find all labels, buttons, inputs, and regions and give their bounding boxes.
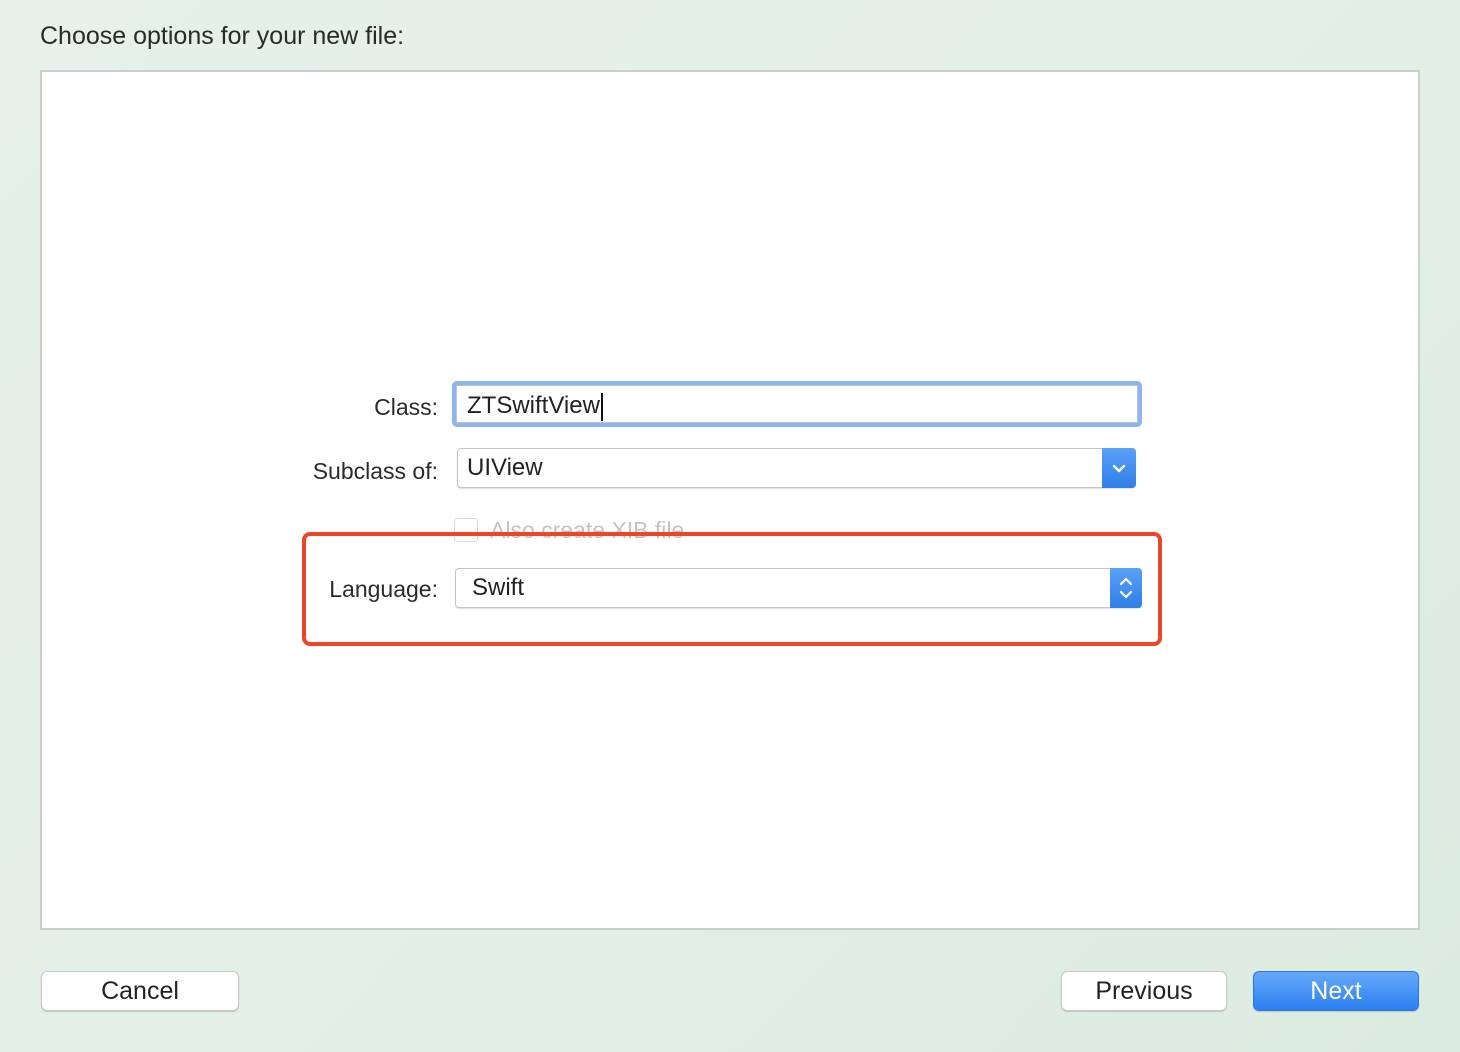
subclass-value: UIView bbox=[467, 454, 543, 481]
previous-button[interactable]: Previous bbox=[1061, 971, 1227, 1011]
class-label: Class: bbox=[374, 394, 438, 420]
dialog-heading: Choose options for your new file: bbox=[40, 22, 405, 50]
chevron-down-icon bbox=[1102, 448, 1136, 488]
subclass-label: Subclass of: bbox=[312, 458, 438, 484]
subclass-popup[interactable]: UIView bbox=[457, 448, 1136, 488]
next-button[interactable]: Next bbox=[1253, 971, 1419, 1011]
options-panel bbox=[40, 70, 1420, 930]
class-name-field[interactable]: ZTSwiftView bbox=[452, 381, 1142, 427]
cancel-button[interactable]: Cancel bbox=[41, 971, 239, 1011]
text-caret bbox=[600, 392, 603, 421]
class-name-value: ZTSwiftView bbox=[467, 392, 600, 419]
highlight-annotation-box bbox=[302, 532, 1162, 646]
